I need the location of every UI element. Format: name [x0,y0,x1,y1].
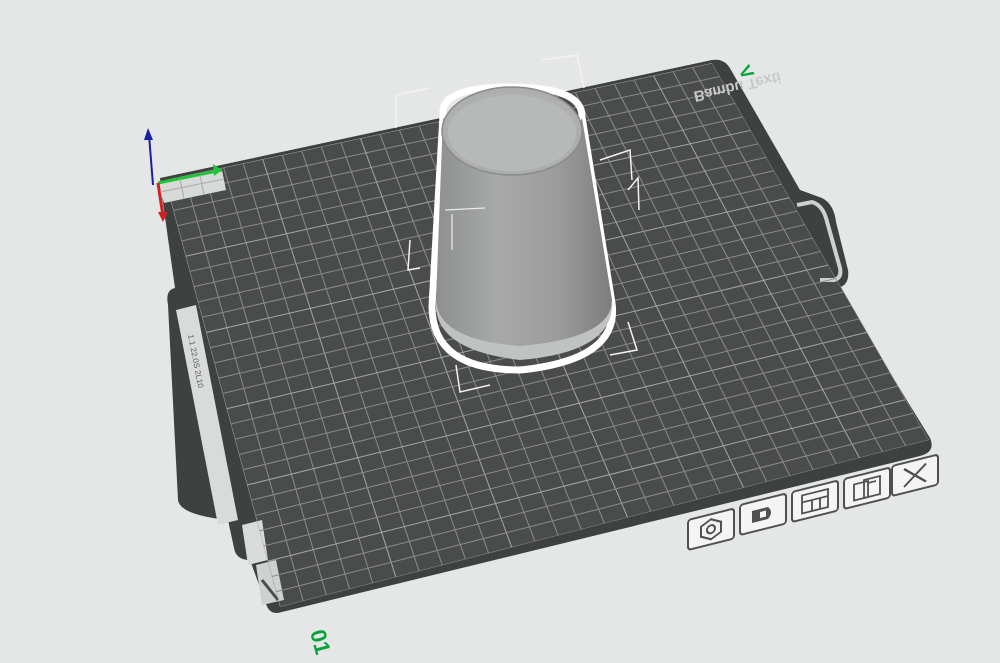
z-axis-line [148,134,154,186]
plate-number-label: 01 [305,627,335,657]
3d-viewport[interactable]: Bambu Texti 01 V 1.1 22.0S 2L10 [0,0,1000,663]
arrange-button[interactable] [791,480,839,523]
plate-settings-button[interactable] [739,493,787,536]
z-axis-arrow [144,128,153,140]
cup-object[interactable] [428,83,617,374]
auto-orient-button[interactable] [687,508,735,551]
lock-plate-button[interactable] [843,467,891,510]
